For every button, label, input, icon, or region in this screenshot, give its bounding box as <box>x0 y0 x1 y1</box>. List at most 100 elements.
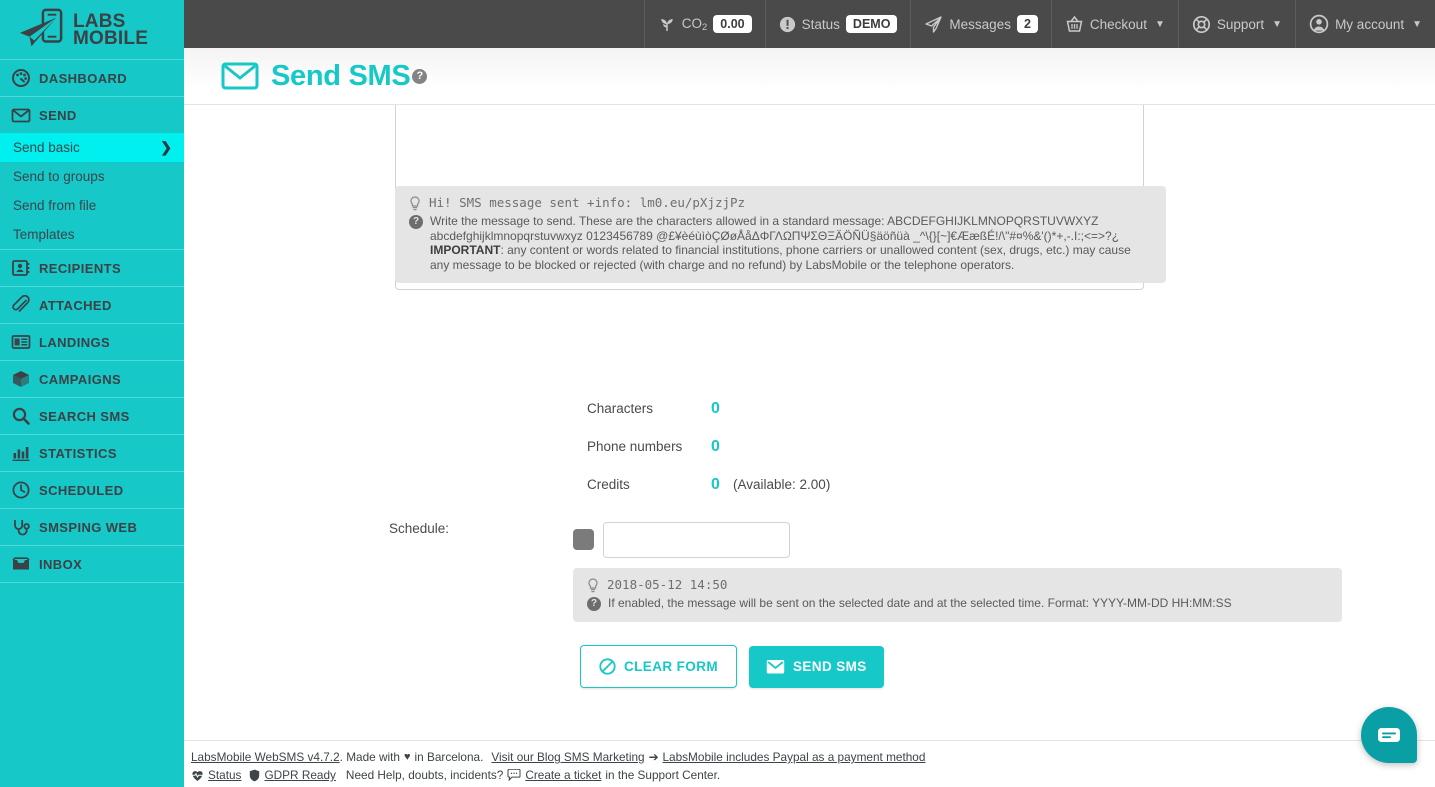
co2-indicator[interactable]: CO2 0.00 <box>643 0 765 48</box>
chat-bubble-icon <box>507 769 521 781</box>
messages-label: Messages <box>949 16 1011 32</box>
form-actions: CLEAR FORM SEND SMS <box>580 645 884 688</box>
envelope-icon <box>766 659 785 673</box>
important-text: : any content or words related to financ… <box>430 243 1131 272</box>
box-icon <box>13 371 29 387</box>
status-label: Status <box>801 16 840 32</box>
user-circle-icon <box>1309 14 1329 34</box>
support-menu[interactable]: Support ▼ <box>1177 0 1295 48</box>
labsmobile-logo-icon <box>19 8 63 46</box>
schedule-date-input[interactable] <box>603 522 790 558</box>
footer-paypal-link[interactable]: LabsMobile includes Paypal as a payment … <box>662 750 925 764</box>
stat-label: Phone numbers <box>587 439 683 454</box>
schedule-checkbox[interactable] <box>573 529 594 550</box>
footer-status-link[interactable]: Status <box>208 768 241 782</box>
question-mark-icon: ? <box>587 597 601 611</box>
stethoscope-icon <box>14 520 30 536</box>
sidebar-item-send-from-file[interactable]: Send from file <box>0 191 184 220</box>
sidebar-item-templates[interactable]: Templates <box>0 220 184 249</box>
arrow-right-icon: ➔ <box>648 750 659 764</box>
clear-form-button[interactable]: CLEAR FORM <box>580 645 737 688</box>
clear-form-label: CLEAR FORM <box>624 659 718 674</box>
paperclip-icon <box>12 295 30 312</box>
footer-blog-link[interactable]: Visit our Blog SMS Marketing <box>491 750 644 764</box>
brand-logo[interactable]: LABS MOBILE <box>0 0 184 59</box>
top-bar: CO2 0.00 Status DEMO Messages 2 Checkout… <box>184 0 1435 48</box>
message-info-box: Hi! SMS message sent +info: lm0.eu/pXjzj… <box>395 186 1166 283</box>
newspaper-icon <box>11 335 31 349</box>
footer-made-with-text: . Made with <box>339 750 400 764</box>
alert-circle-icon <box>779 16 795 32</box>
sidebar-item-smsping-web[interactable]: SMSPING WEB <box>0 508 184 545</box>
sidebar-item-label: SEARCH SMS <box>39 408 130 424</box>
heart-icon: ♥ <box>403 751 411 763</box>
sidebar-item-send[interactable]: SEND <box>0 96 184 133</box>
send-sms-button[interactable]: SEND SMS <box>749 645 884 688</box>
co2-label: CO2 <box>681 15 708 33</box>
stat-label: Characters <box>587 401 654 416</box>
footer: LabsMobile WebSMS v4.7.2 . Made with ♥ i… <box>184 740 1435 787</box>
stat-value: 0 <box>711 438 720 455</box>
search-icon <box>12 407 30 425</box>
stat-value: 0 <box>711 400 720 417</box>
sidebar-item-inbox[interactable]: INBOX <box>0 545 184 582</box>
chevron-down-icon: ▼ <box>1154 18 1165 30</box>
stat-value: 0 <box>711 476 720 493</box>
footer-barcelona-text: in Barcelona. <box>414 750 484 764</box>
checkout-menu[interactable]: Checkout ▼ <box>1050 0 1178 48</box>
sidebar-item-label: RECIPIENTS <box>39 260 122 276</box>
messages-indicator[interactable]: Messages 2 <box>910 0 1050 48</box>
sidebar-item-attached[interactable]: ATTACHED <box>0 286 184 323</box>
chat-widget-button[interactable] <box>1361 707 1417 763</box>
sidebar-item-label: LANDINGS <box>39 334 111 350</box>
sidebar-item-label: SEND <box>39 107 77 123</box>
sidebar-item-landings[interactable]: LANDINGS <box>0 323 184 360</box>
schedule-help-row: ? If enabled, the message will be sent o… <box>587 596 1328 611</box>
footer-ticket-link[interactable]: Create a ticket <box>525 768 601 782</box>
lightbulb-icon <box>410 196 420 211</box>
page-help-icon[interactable]: ? <box>412 68 428 84</box>
inbox-icon <box>12 557 30 570</box>
brand-name-line1: LABS <box>73 10 126 32</box>
sidebar-item-label: Send to groups <box>13 169 105 184</box>
chevron-down-icon: ▼ <box>1272 18 1283 30</box>
sidebar-item-send-basic[interactable]: Send basic ❯ <box>0 133 184 162</box>
footer-app-version-link[interactable]: LabsMobile WebSMS v4.7.2 <box>191 750 340 764</box>
sidebar: LABS MOBILE DASHBOARD SEND Send basic ❯ … <box>0 0 184 787</box>
account-label: My account <box>1335 16 1405 32</box>
sidebar-item-scheduled[interactable]: SCHEDULED <box>0 471 184 508</box>
chevron-down-icon: ▼ <box>1412 18 1422 30</box>
status-indicator[interactable]: Status DEMO <box>764 0 911 48</box>
co2-value: 0.00 <box>713 15 752 33</box>
stat-row-credits: Credits 0 (Available: 2.00) <box>587 476 830 514</box>
checkout-label: Checkout <box>1089 16 1147 32</box>
ban-icon <box>599 658 616 675</box>
account-menu[interactable]: My account ▼ <box>1295 0 1435 48</box>
message-charset-text: Write the message to send. These are the… <box>430 214 1120 243</box>
schedule-example-text: 2018-05-12 14:50 <box>607 577 728 592</box>
contact-card-icon <box>12 260 30 276</box>
sidebar-item-search-sms[interactable]: SEARCH SMS <box>0 397 184 434</box>
brand-name: LABS MOBILE <box>73 10 148 48</box>
schedule-label: Schedule: <box>389 521 450 536</box>
sidebar-item-recipients[interactable]: RECIPIENTS <box>0 249 184 286</box>
question-mark-icon: ? <box>409 215 423 229</box>
sidebar-item-send-to-groups[interactable]: Send to groups <box>0 162 184 191</box>
footer-gdpr-link[interactable]: GDPR Ready <box>264 768 335 782</box>
footer-line-2: Status GDPR Ready Need Help, doubts, inc… <box>188 766 1435 784</box>
bar-chart-icon <box>12 447 30 461</box>
status-badge: DEMO <box>845 15 898 33</box>
messages-count: 2 <box>1016 15 1038 33</box>
credits-available: (Available: 2.00) <box>733 477 831 492</box>
sidebar-item-statistics[interactable]: STATISTICS <box>0 434 184 471</box>
support-label: Support <box>1216 16 1265 32</box>
sidebar-item-label: SMSPING WEB <box>39 519 138 535</box>
schedule-info-box: 2018-05-12 14:50 ? If enabled, the messa… <box>573 568 1342 622</box>
sidebar-item-campaigns[interactable]: CAMPAIGNS <box>0 360 184 397</box>
message-help-row: ? Write the message to send. These are t… <box>409 214 1152 272</box>
message-hint-text: Hi! SMS message sent +info: lm0.eu/pXjzj… <box>429 195 746 210</box>
page-title: Send SMS <box>271 59 411 92</box>
sidebar-item-dashboard[interactable]: DASHBOARD <box>0 59 184 96</box>
sidebar-item-label: INBOX <box>39 556 83 572</box>
heart-pulse-icon <box>192 770 203 781</box>
